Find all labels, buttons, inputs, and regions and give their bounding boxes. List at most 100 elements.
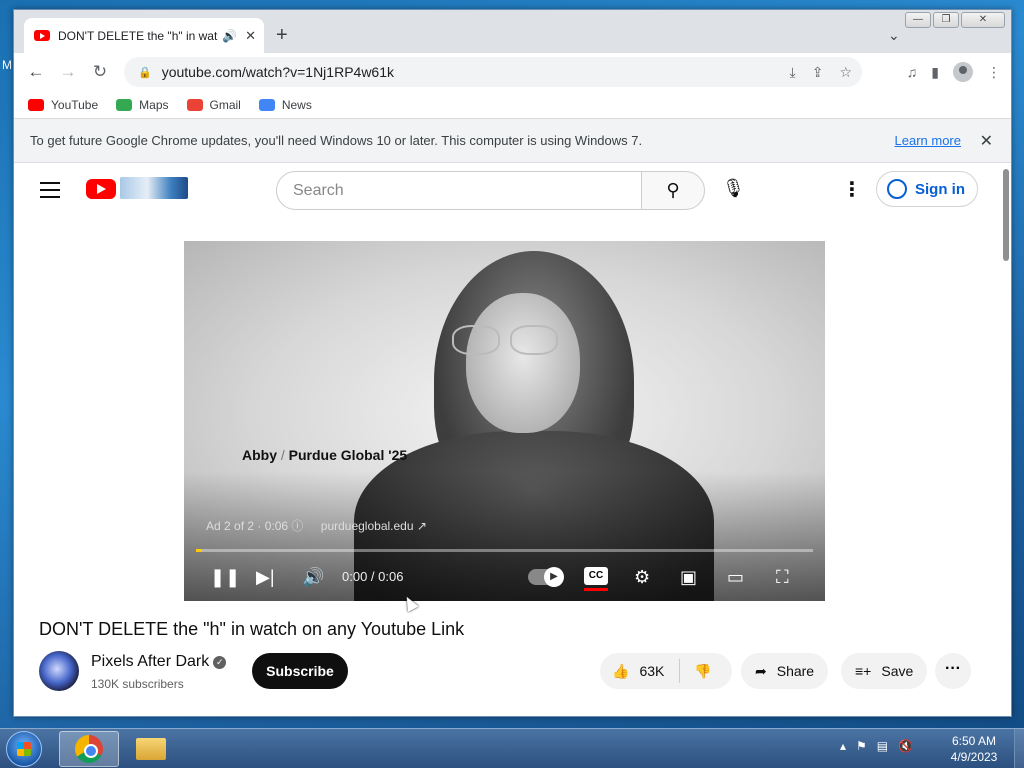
- new-tab-button[interactable]: +: [276, 25, 288, 45]
- lock-icon[interactable]: 🔒: [138, 66, 152, 79]
- tab-youtube[interactable]: DON'T DELETE the "h" in wat 🔊 ✕: [24, 18, 264, 53]
- learn-more-link[interactable]: Learn more: [895, 133, 961, 148]
- more-actions-icon[interactable]: ···: [935, 653, 971, 689]
- pause-icon[interactable]: ❚❚: [210, 567, 240, 588]
- video-player[interactable]: Abby / Purdue Global '25 Ad 2 of 2 · 0:0…: [184, 241, 825, 601]
- channel-name-text[interactable]: Pixels After Dark: [91, 653, 209, 670]
- start-button[interactable]: [6, 731, 42, 767]
- url-text[interactable]: youtube.com/watch?v=1Nj1RP4w61k: [162, 64, 774, 80]
- search-input[interactable]: Search: [276, 171, 642, 210]
- reload-button[interactable]: ↻: [84, 62, 116, 82]
- tab-strip: DON'T DELETE the "h" in wat 🔊 ✕ + ⌄ — ❐ …: [14, 10, 1011, 53]
- external-link-icon: ↗: [416, 519, 427, 533]
- channel-avatar[interactable]: [39, 651, 79, 691]
- sign-in-button[interactable]: Sign in: [876, 171, 978, 207]
- show-desktop-button[interactable]: [1014, 729, 1024, 768]
- chrome-window: DON'T DELETE the "h" in wat 🔊 ✕ + ⌄ — ❐ …: [13, 9, 1012, 717]
- subtitles-button[interactable]: CC: [584, 567, 608, 585]
- share-button[interactable]: ➦ Share: [741, 653, 829, 689]
- caption-separator: /: [277, 447, 289, 463]
- speaker-icon[interactable]: 🔊: [222, 29, 237, 43]
- tab-search-icon[interactable]: ⌄: [888, 27, 900, 44]
- forward-button[interactable]: →: [52, 62, 84, 82]
- tray-expand-icon[interactable]: ▴: [840, 739, 846, 753]
- share-label: Share: [776, 663, 815, 679]
- settings-gear-icon[interactable]: ⚙: [634, 567, 650, 588]
- bookmarks-bar: YouTube Maps Gmail News: [14, 91, 1011, 119]
- tab-title: DON'T DELETE the "h" in wat: [58, 28, 218, 43]
- taskbar-chrome-icon[interactable]: [59, 731, 119, 767]
- tab-close-icon[interactable]: ✕: [245, 28, 256, 44]
- windows-taskbar: ▴ ⚑ ▤ 🔇 6:50 AM 4/9/2023: [0, 728, 1024, 768]
- hamburger-menu-icon[interactable]: [40, 182, 60, 203]
- side-panel-icon[interactable]: ▮: [931, 64, 939, 81]
- save-label: Save: [881, 663, 914, 679]
- install-app-icon[interactable]: ⤓: [790, 64, 796, 81]
- save-button[interactable]: ≡+ Save: [841, 653, 928, 689]
- dislike-button[interactable]: 👎: [680, 663, 711, 680]
- like-button[interactable]: 👍 63K: [600, 659, 680, 683]
- progress-fill: [196, 549, 203, 552]
- autoplay-toggle[interactable]: [528, 567, 564, 587]
- like-count: 63K: [639, 663, 665, 679]
- back-button[interactable]: ←: [20, 62, 52, 82]
- thumbs-up-icon: 👍: [612, 662, 630, 679]
- share-icon[interactable]: ⇪: [812, 64, 824, 81]
- page-scrollbar[interactable]: [1003, 169, 1009, 261]
- clock-time: 6:50 AM: [951, 734, 997, 748]
- progress-bar[interactable]: [196, 549, 813, 552]
- action-center-flag-icon[interactable]: ⚑: [856, 739, 867, 753]
- chrome-menu-icon[interactable]: ⋮: [987, 64, 1001, 81]
- network-icon[interactable]: ▤: [877, 739, 888, 753]
- window-controls: — ❐ ✕: [905, 12, 1005, 28]
- volume-icon[interactable]: 🔊: [302, 567, 324, 588]
- media-controls-icon[interactable]: ♫: [907, 64, 918, 80]
- bookmark-label: Gmail: [209, 97, 241, 112]
- fullscreen-icon[interactable]: ⛶: [776, 567, 789, 588]
- bookmark-news[interactable]: News: [258, 97, 312, 112]
- minimize-button[interactable]: —: [905, 12, 931, 28]
- next-icon[interactable]: ▶|: [256, 567, 275, 588]
- video-caption: Abby / Purdue Global '25: [242, 447, 407, 463]
- subscriber-count: 130K subscribers: [91, 677, 184, 691]
- playlist-add-icon: ≡+: [855, 663, 872, 679]
- gmail-icon: [186, 98, 203, 111]
- caption-name: Abby: [242, 447, 277, 463]
- microphone-icon[interactable]: 🎙: [722, 178, 745, 199]
- news-icon: [258, 98, 275, 111]
- update-infobar: To get future Google Chrome updates, you…: [14, 119, 1011, 163]
- bookmark-star-icon[interactable]: ☆: [839, 64, 852, 81]
- restore-button[interactable]: ❐: [933, 12, 959, 28]
- youtube-doodle-image[interactable]: [120, 177, 188, 199]
- address-bar[interactable]: 🔒 youtube.com/watch?v=1Nj1RP4w61k ⤓ ⇪ ☆: [124, 57, 862, 87]
- theater-mode-icon[interactable]: ▭: [727, 567, 744, 588]
- volume-muted-icon[interactable]: 🔇: [898, 739, 913, 753]
- subscribe-button[interactable]: Subscribe: [252, 653, 348, 689]
- maps-icon: [116, 98, 133, 111]
- profile-avatar-icon[interactable]: [953, 62, 973, 82]
- toolbar-right: ♫ ▮ ⋮: [907, 62, 1001, 82]
- search-button[interactable]: ⚲: [641, 171, 705, 210]
- close-window-button[interactable]: ✕: [961, 12, 1005, 28]
- video-frame-face: [466, 293, 580, 433]
- ad-info: Ad 2 of 2 · 0:06 ⓘ purdueglobal.edu ↗: [206, 517, 427, 534]
- bookmark-gmail[interactable]: Gmail: [186, 97, 241, 112]
- sign-in-label: Sign in: [915, 180, 965, 198]
- clock[interactable]: 6:50 AM 4/9/2023: [940, 733, 1008, 765]
- miniplayer-icon[interactable]: ▣: [680, 567, 697, 588]
- bookmark-label: Maps: [139, 97, 169, 112]
- browser-toolbar: ← → ↻ 🔒 youtube.com/watch?v=1Nj1RP4w61k …: [14, 53, 1011, 91]
- bookmark-label: News: [281, 97, 312, 112]
- infobar-close-icon[interactable]: ✕: [980, 131, 993, 151]
- infobar-message: To get future Google Chrome updates, you…: [30, 133, 643, 148]
- ad-domain-link[interactable]: purdueglobal.edu: [321, 519, 414, 533]
- subtitles-active-indicator: [584, 588, 608, 591]
- info-icon[interactable]: ⓘ: [291, 519, 303, 533]
- channel-name[interactable]: Pixels After Dark ✓: [91, 653, 227, 671]
- youtube-logo-icon[interactable]: [86, 179, 116, 199]
- settings-menu-icon[interactable]: ⋮: [842, 177, 862, 202]
- desktop: M: [0, 0, 14, 728]
- bookmark-maps[interactable]: Maps: [116, 97, 169, 112]
- bookmark-youtube[interactable]: YouTube: [28, 98, 98, 112]
- taskbar-explorer-icon[interactable]: [121, 731, 181, 767]
